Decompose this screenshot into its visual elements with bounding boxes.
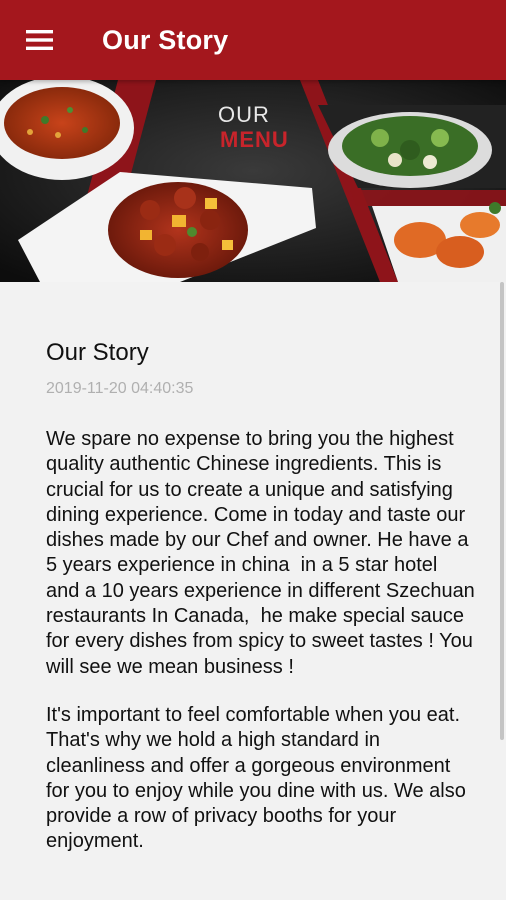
menu-banner-image: OUR MENU	[0, 80, 506, 282]
app-bar: Our Story	[0, 0, 506, 80]
story-paragraph: We spare no expense to bring you the hig…	[46, 428, 481, 678]
banner-our-text: OUR	[218, 102, 270, 127]
hamburger-icon	[26, 30, 53, 50]
scrollbar[interactable]	[500, 282, 504, 740]
story-title: Our Story	[46, 339, 149, 366]
story-body: We spare no expense to bring you the hig…	[46, 427, 476, 878]
banner-menu-text: MENU	[220, 127, 289, 152]
menu-button[interactable]	[0, 0, 80, 80]
story-content[interactable]: Our Story 2019-11-20 04:40:35 We spare n…	[0, 282, 506, 900]
page-title: Our Story	[102, 24, 229, 55]
story-paragraph: It's important to feel comfortable when …	[46, 703, 472, 853]
story-date: 2019-11-20 04:40:35	[46, 380, 194, 397]
